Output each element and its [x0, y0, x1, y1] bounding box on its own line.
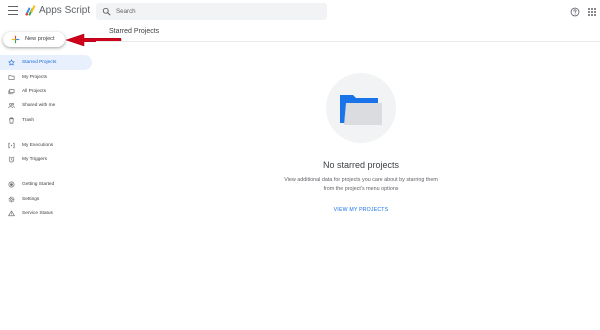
new-project-label: New project — [25, 36, 55, 42]
gear-icon — [8, 196, 15, 203]
clock-icon — [8, 156, 15, 163]
sidebar-item-service-status[interactable]: Service Status — [0, 206, 92, 221]
sidebar-item-my-executions[interactable]: My Executions — [0, 138, 92, 153]
sidebar-item-label: My Projects — [22, 74, 48, 80]
play-circle-icon — [8, 181, 15, 188]
sidebar-item-trash[interactable]: Trash — [0, 113, 92, 128]
folder-icon — [8, 75, 15, 80]
app-header: Apps Script — [0, 0, 600, 24]
people-icon — [8, 102, 15, 108]
sidebar-item-label: Service Status — [22, 210, 53, 216]
warning-icon — [8, 210, 15, 217]
help-circle-icon[interactable] — [570, 7, 580, 17]
plus-icon — [11, 35, 20, 44]
folder-illustration-icon — [326, 73, 396, 143]
sidebar-item-label: My Executions — [22, 142, 54, 148]
sidebar-item-getting-started[interactable]: Getting Started — [0, 177, 92, 192]
page-title: Starred Projects — [109, 28, 160, 35]
sidebar-item-label: Settings — [22, 196, 40, 202]
header-divider — [96, 41, 600, 42]
empty-state-description: View additional data for projects you ca… — [261, 176, 461, 194]
folders-icon — [8, 88, 15, 95]
sidebar-item-label: Starred Projects — [22, 59, 57, 65]
sidebar-item-shared-with-me[interactable]: Shared with me — [0, 98, 92, 113]
sidebar-item-my-triggers[interactable]: My Triggers — [0, 152, 92, 167]
empty-state-description-line: from the project's menu options — [323, 186, 399, 192]
trash-icon — [9, 117, 14, 124]
sidebar-item-settings[interactable]: Settings — [0, 192, 92, 207]
sidebar-item-label: Getting Started — [22, 181, 55, 187]
hamburger-menu-icon[interactable] — [8, 6, 18, 15]
empty-state-description-line: View additional data for projects you ca… — [284, 177, 438, 183]
sidebar-item-label: Shared with me — [22, 102, 56, 108]
view-my-projects-link[interactable]: VIEW MY PROJECTS — [261, 207, 461, 213]
sidebar-item-all-projects[interactable]: All Projects — [0, 84, 92, 99]
app-title[interactable]: Apps Script — [39, 5, 90, 16]
apps-script-logo-icon[interactable] — [24, 4, 37, 17]
sidebar-item-my-projects[interactable]: My Projects — [0, 70, 92, 85]
google-apps-grid-icon[interactable] — [588, 8, 596, 16]
sidebar-item-starred-projects[interactable]: Starred Projects — [0, 55, 92, 70]
executions-icon — [8, 142, 15, 149]
sidebar-item-label: My Triggers — [22, 156, 48, 162]
new-project-button[interactable]: New project — [3, 32, 65, 47]
sidebar-item-label: Trash — [22, 117, 35, 123]
sidebar-item-label: All Projects — [22, 88, 46, 94]
search-input[interactable] — [116, 5, 316, 18]
empty-state-heading: No starred projects — [322, 160, 400, 170]
search-bar[interactable] — [96, 3, 327, 20]
search-icon — [102, 7, 111, 16]
star-icon — [8, 59, 15, 66]
